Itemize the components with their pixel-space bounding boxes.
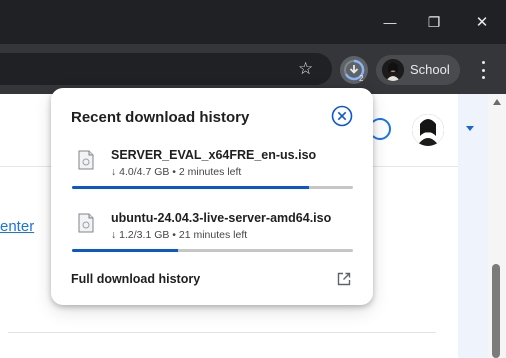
downloads-button[interactable]: 2	[340, 56, 368, 84]
popup-title: Recent download history	[71, 109, 250, 126]
minimize-icon: —	[383, 14, 397, 30]
close-window-button[interactable]: ✕	[472, 12, 492, 32]
close-icon: ✕	[475, 14, 489, 31]
browser-toolbar: ☆ 2 School	[0, 44, 506, 94]
page-link[interactable]: enter	[0, 218, 34, 235]
close-circle-icon	[331, 105, 353, 127]
download-status: ↓ 1.2/3.1 GB • 21 minutes left	[111, 229, 248, 241]
download-status: ↓ 4.0/4.7 GB • 2 minutes left	[111, 166, 242, 178]
download-progress-bar	[72, 249, 353, 252]
download-history-popup: Recent download history SERVER_EVAL_x64F…	[51, 88, 373, 305]
minimize-button[interactable]: —	[380, 12, 400, 32]
open-in-new-tab-button[interactable]	[336, 271, 352, 287]
menu-dot	[481, 68, 485, 72]
side-panel	[458, 94, 488, 358]
progress-fill	[72, 186, 310, 189]
download-item[interactable]: SERVER_EVAL_x64FRE_en-us.iso ↓ 4.0/4.7 G…	[51, 148, 373, 198]
progress-fill	[72, 249, 178, 252]
maximize-button[interactable]: ❐	[424, 12, 444, 32]
download-filename: SERVER_EVAL_x64FRE_en-us.iso	[111, 148, 317, 162]
file-icon	[78, 150, 94, 170]
svg-text:2: 2	[359, 74, 364, 83]
bookmark-star-button[interactable]: ☆	[298, 60, 316, 78]
profile-label: School	[410, 62, 450, 77]
star-icon: ☆	[298, 59, 314, 78]
download-progress-icon: 2	[344, 59, 365, 83]
close-popup-button[interactable]	[330, 104, 354, 128]
page-avatar[interactable]	[412, 114, 444, 146]
open-external-icon	[337, 272, 351, 286]
download-item[interactable]: ubuntu-24.04.3-live-server-amd64.iso ↓ 1…	[51, 211, 373, 261]
menu-dot	[481, 76, 485, 79]
maximize-icon: ❐	[427, 13, 441, 30]
avatar	[382, 59, 404, 81]
download-progress-bar	[72, 186, 353, 189]
title-bar: — ❐ ✕	[0, 0, 506, 44]
address-bar[interactable]	[0, 53, 332, 85]
menu-dot	[481, 61, 485, 64]
file-icon	[78, 213, 94, 233]
full-download-history-link[interactable]: Full download history	[71, 272, 200, 286]
scroll-up-arrow[interactable]	[493, 99, 501, 105]
profile-chip[interactable]: School	[376, 55, 460, 85]
chevron-down-icon[interactable]	[466, 126, 474, 131]
scrollbar-thumb[interactable]	[492, 264, 500, 358]
download-filename: ubuntu-24.04.3-live-server-amd64.iso	[111, 211, 332, 225]
divider	[8, 332, 436, 333]
menu-button[interactable]	[476, 58, 490, 82]
